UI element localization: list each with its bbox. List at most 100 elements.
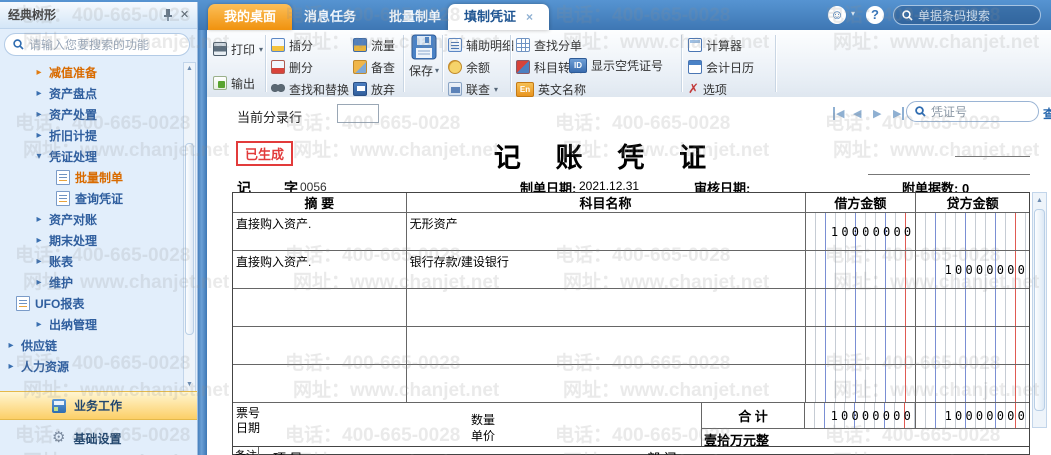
tab-fill-voucher[interactable]: 填制凭证 × — [448, 4, 550, 30]
aux-detail-button[interactable]: 辅助明细 — [448, 36, 514, 54]
linked-query-button[interactable]: 联查 ▾ — [448, 80, 498, 98]
first-voucher-button[interactable]: ◀ — [833, 107, 844, 120]
entry-credit-amount[interactable] — [916, 213, 1029, 250]
tree-item[interactable]: ▸ 维护 — [0, 272, 183, 293]
reference-button[interactable]: 备查 — [353, 58, 395, 76]
tree-item[interactable]: ▸ 出纳管理 — [0, 314, 183, 335]
entry-credit-amount[interactable] — [916, 327, 1029, 364]
entry-debit-amount[interactable]: 10000000 — [805, 213, 917, 250]
entry-row[interactable]: 直接购入资产. 银行存款/建设银行 10000000 — [233, 251, 1029, 289]
find-replace-button[interactable]: 查找和替换 — [271, 80, 349, 98]
sidebar-item-business-work[interactable]: 业务工作 — [0, 391, 197, 420]
pin-icon[interactable] — [162, 8, 174, 22]
current-line-input[interactable] — [337, 104, 379, 123]
save-button[interactable]: 保存 ▾ — [408, 34, 440, 79]
tab-my-desktop[interactable]: 我的桌面 — [208, 4, 293, 30]
sidebar-search-box[interactable]: 请输入您要搜索的功能 — [4, 33, 190, 56]
entry-summary[interactable] — [233, 327, 407, 364]
scrollbar-thumb[interactable] — [185, 143, 194, 335]
entry-account[interactable] — [407, 327, 806, 364]
sidebar-header: 经典树形 ✕ — [0, 2, 197, 29]
smiley-icon[interactable]: ☺ — [828, 6, 846, 24]
barcode-search-box[interactable]: 单据条码搜索 — [893, 5, 1041, 25]
search-button[interactable]: 查 — [1043, 105, 1051, 122]
tree-scrollbar[interactable]: ▲ ▼ — [183, 62, 196, 392]
prev-voucher-button[interactable]: ◀ — [853, 107, 861, 120]
tab-message-tasks[interactable]: 消息任务 — [288, 4, 372, 30]
caret-down-icon[interactable]: ▾ — [851, 9, 855, 18]
entry-summary[interactable] — [233, 365, 407, 402]
tree-item[interactable]: ▸ 折旧计提 — [0, 125, 183, 146]
entry-account[interactable] — [407, 289, 806, 326]
tree-item[interactable]: 查询凭证 — [0, 188, 183, 209]
tree-item[interactable]: ▸ 期末处理 — [0, 230, 183, 251]
voucher-table: 摘 要 科目名称 借方金额 贷方金额 直接购入资产. 无形资产 10000000 — [232, 192, 1030, 455]
entry-row[interactable] — [233, 289, 1029, 327]
calendar-button[interactable]: 会计日历 — [688, 58, 754, 76]
entry-credit-amount[interactable] — [916, 289, 1029, 326]
qty-label: 数量 — [471, 413, 496, 427]
insert-line-icon — [271, 38, 285, 52]
tree-item[interactable]: ▸ 账表 — [0, 251, 183, 272]
tree-item[interactable]: ▾ 凭证处理 — [0, 146, 183, 167]
tree-item[interactable]: ▸ 人力资源 — [0, 356, 183, 377]
show-empty-voucher-no-button[interactable]: ID 显示空凭证号 — [569, 56, 663, 74]
insert-line-button[interactable]: 插分 — [271, 36, 313, 54]
tree-item-label: 资产对账 — [49, 213, 98, 227]
tree-item[interactable]: ▸ 供应链 — [0, 335, 183, 356]
help-icon[interactable]: ? — [866, 6, 884, 24]
sidebar-item-basic-settings[interactable]: ⚙ 基础设置 — [0, 425, 197, 451]
tree-item[interactable]: ▸ 资产处置 — [0, 104, 183, 125]
discard-button[interactable]: 放弃 — [353, 80, 395, 98]
scrollbar-thumb[interactable] — [1034, 209, 1045, 411]
balance-button[interactable]: 余额 — [448, 58, 490, 76]
tree-arrow-icon: ▾ — [36, 151, 42, 162]
tree-item[interactable]: UFO报表 — [0, 293, 183, 314]
tree-item[interactable]: ▸ 资产对账 — [0, 209, 183, 230]
next-voucher-button[interactable]: ▶ — [873, 107, 881, 120]
col-header-account: 科目名称 — [407, 193, 806, 212]
english-name-button[interactable]: En 英文名称 — [516, 80, 586, 98]
entry-account[interactable]: 银行存款/建设银行 — [407, 251, 806, 288]
output-button[interactable]: 输出 — [213, 74, 255, 92]
flow-button[interactable]: 流量 — [353, 36, 395, 54]
tree-item[interactable]: 批量制单 — [0, 167, 183, 188]
calculator-button[interactable]: 计算器 — [688, 36, 742, 54]
sidebar-splitter[interactable] — [197, 0, 207, 455]
find-doc-button[interactable]: 查找分单 — [516, 36, 582, 54]
entry-debit-amount[interactable] — [805, 251, 917, 288]
entry-credit-amount[interactable]: 10000000 — [916, 251, 1029, 288]
tree-item[interactable]: ▸ 减值准备 — [0, 62, 183, 83]
entry-account[interactable] — [407, 365, 806, 402]
entry-account[interactable]: 无形资产 — [407, 213, 806, 250]
entry-debit-amount[interactable] — [805, 327, 917, 364]
bottom-cell: 项 目 部 门 — [259, 447, 1029, 455]
entry-debit-amount[interactable] — [805, 289, 917, 326]
voucher-scrollbar[interactable]: ▲ — [1032, 192, 1047, 428]
tree-item[interactable]: ▸ 资产盘点 — [0, 83, 183, 104]
entry-summary[interactable]: 直接购入资产. — [233, 213, 407, 250]
scroll-up-icon[interactable]: ▲ — [184, 63, 195, 75]
footer-left-cell: 票号 日期 数量 单价 — [233, 403, 702, 446]
voucher-no-search-box[interactable]: 凭证号 — [906, 101, 1039, 122]
entry-credit-amount[interactable] — [916, 365, 1029, 402]
reference-icon — [353, 60, 367, 74]
entry-summary[interactable] — [233, 289, 407, 326]
scroll-down-icon[interactable]: ▼ — [184, 379, 195, 391]
delete-line-button[interactable]: 删分 — [271, 58, 313, 76]
caret-down-icon: ▾ — [259, 44, 264, 54]
scroll-up-icon[interactable]: ▲ — [1033, 195, 1046, 207]
entry-row[interactable]: 直接购入资产. 无形资产 10000000 — [233, 213, 1029, 251]
print-button[interactable]: 打印 ▾ — [213, 40, 263, 58]
options-button[interactable]: ✗ 选项 — [688, 80, 727, 98]
entry-row[interactable] — [233, 365, 1029, 403]
tab-close-icon[interactable]: × — [526, 10, 533, 24]
tree-arrow-icon: ▸ — [36, 256, 42, 267]
last-voucher-button[interactable]: ▶ — [893, 107, 905, 120]
entry-summary[interactable]: 直接购入资产. — [233, 251, 407, 288]
tab-batch-voucher[interactable]: 批量制单 — [373, 4, 457, 30]
entry-debit-amount[interactable] — [805, 365, 917, 402]
entry-row[interactable] — [233, 327, 1029, 365]
close-icon[interactable]: ✕ — [180, 2, 189, 28]
coins-icon — [448, 60, 462, 74]
